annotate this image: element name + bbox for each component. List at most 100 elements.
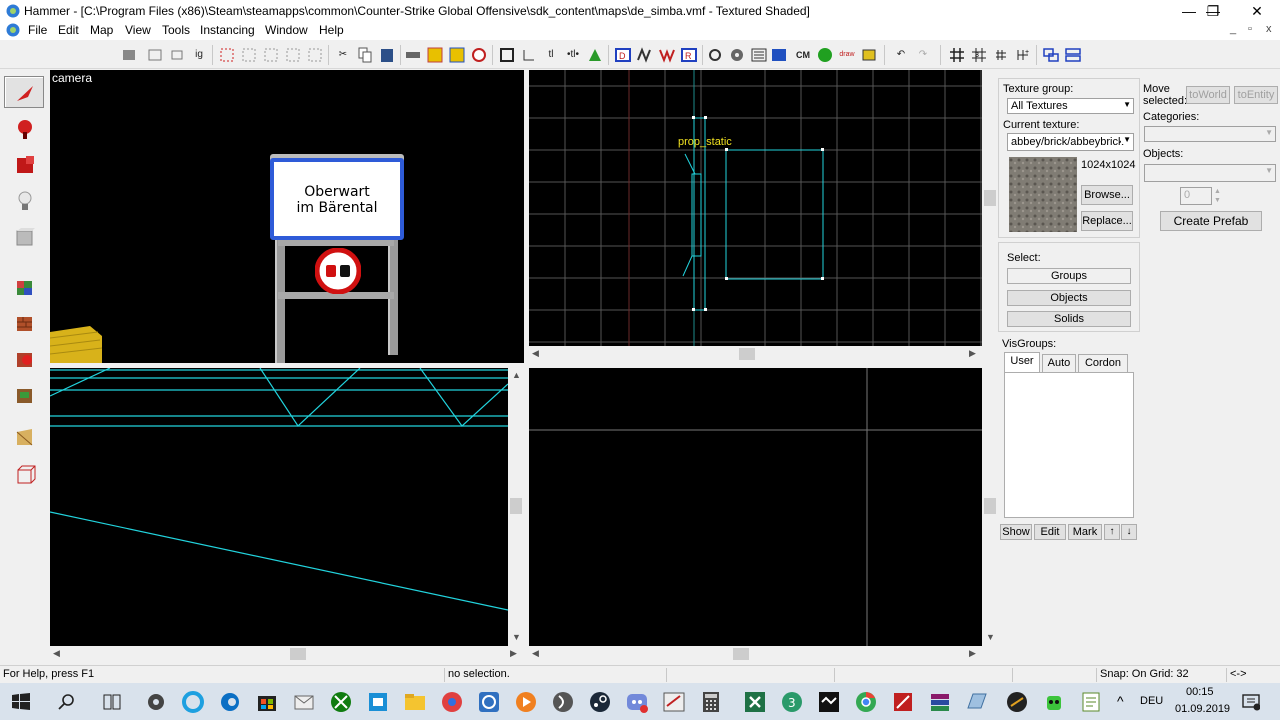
replace-button[interactable]: Replace...	[1081, 211, 1133, 231]
window-close-button[interactable]: ✕	[1234, 0, 1280, 22]
xbox-icon[interactable]	[329, 690, 353, 714]
toolbar-cut-icon[interactable]	[120, 46, 138, 64]
toolbar-draw-button[interactable]: draw	[838, 46, 856, 64]
overlay-tool-button[interactable]	[4, 378, 44, 410]
toolbar-select-box-icon[interactable]	[498, 46, 516, 64]
toolbar-toggle-icon[interactable]	[262, 46, 280, 64]
clipping-tool-button[interactable]	[4, 420, 44, 452]
internet-explorer-icon[interactable]	[181, 690, 205, 714]
edge-icon[interactable]	[218, 690, 242, 714]
menu-view[interactable]: View	[125, 23, 151, 37]
toolbar-carve-icon[interactable]	[404, 46, 422, 64]
notepad-icon[interactable]	[1079, 690, 1103, 714]
toolbar-layout2-icon[interactable]	[1064, 46, 1082, 64]
app-icon-green-robot[interactable]	[1042, 690, 1066, 714]
front-2d-viewport[interactable]	[50, 368, 508, 646]
menu-tools[interactable]: Tools	[162, 23, 190, 37]
block-tool-button[interactable]	[4, 220, 44, 252]
calculator-icon[interactable]	[699, 690, 723, 714]
select-groups-button[interactable]: Groups	[1007, 268, 1131, 284]
menu-file[interactable]: File	[28, 23, 47, 37]
tab-user[interactable]: User	[1004, 352, 1040, 372]
toolbar-unhide-icon[interactable]	[240, 46, 258, 64]
camera-tool-button[interactable]	[4, 148, 44, 180]
steam-icon[interactable]	[588, 690, 612, 714]
browse-button[interactable]: Browse...	[1081, 185, 1133, 205]
tray-chevron-icon[interactable]: ^	[1117, 693, 1124, 709]
notification-center-icon[interactable]	[1242, 693, 1260, 711]
menu-window[interactable]: Window	[265, 23, 308, 37]
toolbar-entity-icon[interactable]	[860, 46, 878, 64]
toolbar-compile-icon[interactable]	[750, 46, 768, 64]
toolbar-ignore-groups-button[interactable]: ig	[190, 46, 208, 64]
toolbar-visgroup-icon[interactable]	[284, 46, 302, 64]
create-prefab-button[interactable]: Create Prefab	[1160, 211, 1262, 231]
file-explorer-icon[interactable]	[403, 690, 427, 714]
app-icon-red[interactable]	[891, 690, 915, 714]
settings-gear-icon[interactable]	[144, 690, 168, 714]
winrar-icon[interactable]	[928, 690, 952, 714]
discord-icon[interactable]	[625, 690, 649, 714]
toolbar-texture-scale-lock-button[interactable]: •tl•	[564, 46, 582, 64]
toolbar-group-icon[interactable]	[146, 46, 164, 64]
entity-tool-button[interactable]	[4, 184, 44, 216]
toolbar-cm-button[interactable]: CM	[792, 46, 814, 64]
mdi-restore-button[interactable]: ▫	[1248, 23, 1252, 35]
front-view-vscrollbar[interactable]: ▲ ▼	[508, 368, 524, 646]
mdi-minimize-button[interactable]: _	[1230, 23, 1236, 35]
input-language[interactable]: DEU	[1140, 695, 1163, 707]
select-objects-button[interactable]: Objects	[1007, 290, 1131, 306]
clock-date[interactable]: 01.09.2019	[1175, 703, 1230, 715]
toolbar-wave-icon[interactable]	[636, 46, 654, 64]
texture-tool-button[interactable]	[4, 270, 44, 302]
menu-help[interactable]: Help	[319, 23, 344, 37]
current-texture-select[interactable]: abbey/brick/abbeybrick ▼	[1007, 133, 1134, 151]
app-icon-3d[interactable]: 3	[780, 690, 804, 714]
camera-viewport[interactable]: camera Oberwart im Bärental	[50, 70, 524, 363]
toolbar-light-icon[interactable]	[706, 46, 724, 64]
count-spinner[interactable]: ▲ ▼	[1214, 187, 1226, 205]
visgroups-list[interactable]	[1004, 372, 1134, 518]
select-solids-button[interactable]: Solids	[1007, 311, 1131, 327]
app-icon-6[interactable]	[366, 690, 390, 714]
side-view-vscrollbar[interactable]: ▼	[982, 368, 998, 646]
magnify-tool-button[interactable]	[4, 112, 44, 144]
toolbar-copy-icon[interactable]	[356, 46, 374, 64]
move-up-icon[interactable]: ↑	[1104, 524, 1120, 540]
side-2d-viewport[interactable]	[529, 368, 982, 646]
source-sdk-icon[interactable]	[551, 690, 575, 714]
toolbar-layout-icon[interactable]	[1042, 46, 1060, 64]
task-view-icon[interactable]	[103, 693, 121, 711]
toolbar-gear-icon[interactable]	[728, 46, 746, 64]
excel-icon[interactable]	[743, 690, 767, 714]
front-view-hscrollbar[interactable]: ◀ ▶	[50, 647, 524, 661]
clock-time[interactable]: 00:15	[1186, 686, 1214, 698]
apply-texture-button[interactable]	[4, 306, 44, 338]
side-view-hscrollbar[interactable]: ◀ ▶	[529, 647, 982, 661]
count-input[interactable]: 0	[1180, 187, 1212, 205]
menu-map[interactable]: Map	[90, 23, 113, 37]
toolbar-scissors-icon[interactable]: ✂	[334, 46, 352, 64]
objects-select[interactable]: ▼	[1144, 164, 1276, 182]
visgroup-show-button[interactable]: Show	[1000, 524, 1032, 540]
window-maximize-button[interactable]: ❐	[1190, 0, 1236, 22]
vertex-tool-button[interactable]	[4, 458, 44, 490]
toolbar-hide-icon[interactable]	[218, 46, 236, 64]
app-icon-9[interactable]	[477, 690, 501, 714]
mdi-close-button[interactable]: x	[1266, 23, 1272, 35]
toolbar-paste-icon[interactable]	[378, 46, 396, 64]
toolbar-autoselect-icon[interactable]	[448, 46, 466, 64]
toolbar-green-icon[interactable]	[816, 46, 834, 64]
app-icon-blue[interactable]	[965, 690, 989, 714]
hammer-taskbar-icon[interactable]	[662, 690, 686, 714]
texture-group-select[interactable]: All Textures ▼	[1007, 98, 1134, 114]
menu-edit[interactable]: Edit	[58, 23, 79, 37]
toolbar-hollow-icon[interactable]	[426, 46, 444, 64]
toolbar-flip-icon[interactable]	[586, 46, 604, 64]
toolbar-grid-3d-icon[interactable]: 3	[970, 46, 988, 64]
toolbar-displacement-icon[interactable]: D	[614, 46, 632, 64]
decal-tool-button[interactable]	[4, 342, 44, 374]
top-2d-viewport[interactable]: prop_static	[529, 70, 982, 346]
chrome-like-icon[interactable]	[440, 690, 464, 714]
menu-instancing[interactable]: Instancing	[200, 23, 255, 37]
